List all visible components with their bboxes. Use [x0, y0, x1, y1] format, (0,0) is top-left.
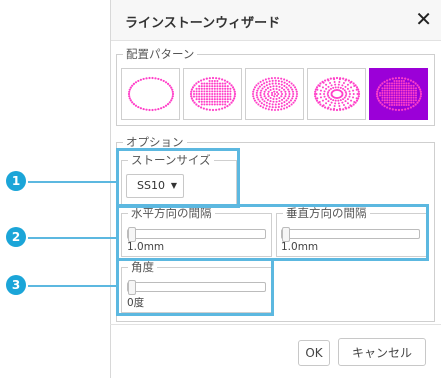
callout-badge-1: 1 [6, 171, 26, 191]
dialog-title: ラインストーンウィザード [125, 16, 281, 31]
callout-badge-3: 3 [6, 275, 26, 295]
pattern-grid-oval[interactable] [369, 68, 428, 120]
callout-frame-1 [116, 148, 240, 208]
callout-frame-2 [116, 204, 429, 261]
pattern-outline-oval[interactable] [121, 68, 180, 120]
footer-divider [110, 324, 441, 325]
callout-line-3 [28, 285, 116, 287]
pattern-radial-oval[interactable] [307, 68, 366, 120]
grid-fill-oval-icon [375, 76, 422, 112]
callout-badge-2: 2 [6, 227, 26, 247]
pattern-ring-oval[interactable] [245, 68, 304, 120]
filled-oval-icon [189, 76, 236, 112]
ring-pattern-oval-icon [251, 76, 298, 112]
pattern-group-legend: 配置パターン [126, 47, 195, 61]
ok-button[interactable]: OK [298, 340, 330, 366]
callout-line-1 [28, 181, 116, 183]
pattern-filled-oval[interactable] [183, 68, 242, 120]
callout-frame-3 [116, 258, 274, 316]
close-icon[interactable]: ✕ [415, 8, 432, 30]
cancel-button[interactable]: キャンセル [338, 338, 426, 366]
callout-line-2 [28, 237, 116, 239]
dialog-titlebar: ラインストーンウィザード ✕ [111, 0, 441, 41]
outline-oval-icon [127, 76, 174, 112]
radial-pattern-oval-icon [313, 76, 360, 112]
